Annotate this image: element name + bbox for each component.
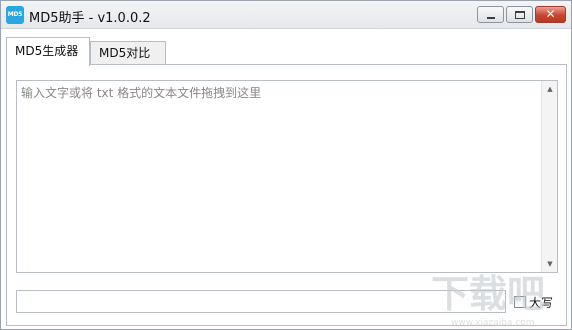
uppercase-label: 大写 bbox=[529, 296, 554, 310]
maximize-icon bbox=[515, 11, 525, 19]
window-title: MD5助手 - v1.0.0.2 bbox=[29, 11, 151, 26]
tab-strip: MD5生成器 MD5对比 bbox=[6, 37, 566, 66]
title-bar[interactable]: MD5 MD5助手 - v1.0.0.2 ✕ bbox=[1, 1, 571, 29]
tab-md5-compare[interactable]: MD5对比 bbox=[90, 41, 166, 65]
maximize-button[interactable] bbox=[506, 6, 533, 23]
vertical-scrollbar[interactable]: ▲ ▼ bbox=[541, 81, 557, 272]
app-logo-icon: MD5 bbox=[6, 6, 24, 24]
app-window: MD5 MD5助手 - v1.0.0.2 ✕ MD5生成器 MD5对比 输入文字… bbox=[0, 0, 572, 330]
minimize-icon bbox=[487, 17, 495, 19]
minimize-button[interactable] bbox=[477, 6, 504, 23]
md5-output-field[interactable] bbox=[16, 290, 506, 313]
tab-md5-generator[interactable]: MD5生成器 bbox=[6, 37, 90, 66]
generator-panel: 输入文字或将 txt 格式的文本文件拖拽到这里 ▲ ▼ 大写 bbox=[6, 64, 567, 326]
close-icon: ✕ bbox=[545, 7, 556, 21]
close-button[interactable]: ✕ bbox=[535, 6, 566, 23]
text-input-area[interactable]: 输入文字或将 txt 格式的文本文件拖拽到这里 ▲ ▼ bbox=[16, 80, 558, 273]
scroll-up-icon[interactable]: ▲ bbox=[542, 81, 558, 97]
scroll-down-icon[interactable]: ▼ bbox=[542, 256, 558, 272]
text-input-placeholder: 输入文字或将 txt 格式的文本文件拖拽到这里 bbox=[21, 86, 262, 100]
uppercase-checkbox[interactable] bbox=[514, 296, 526, 308]
